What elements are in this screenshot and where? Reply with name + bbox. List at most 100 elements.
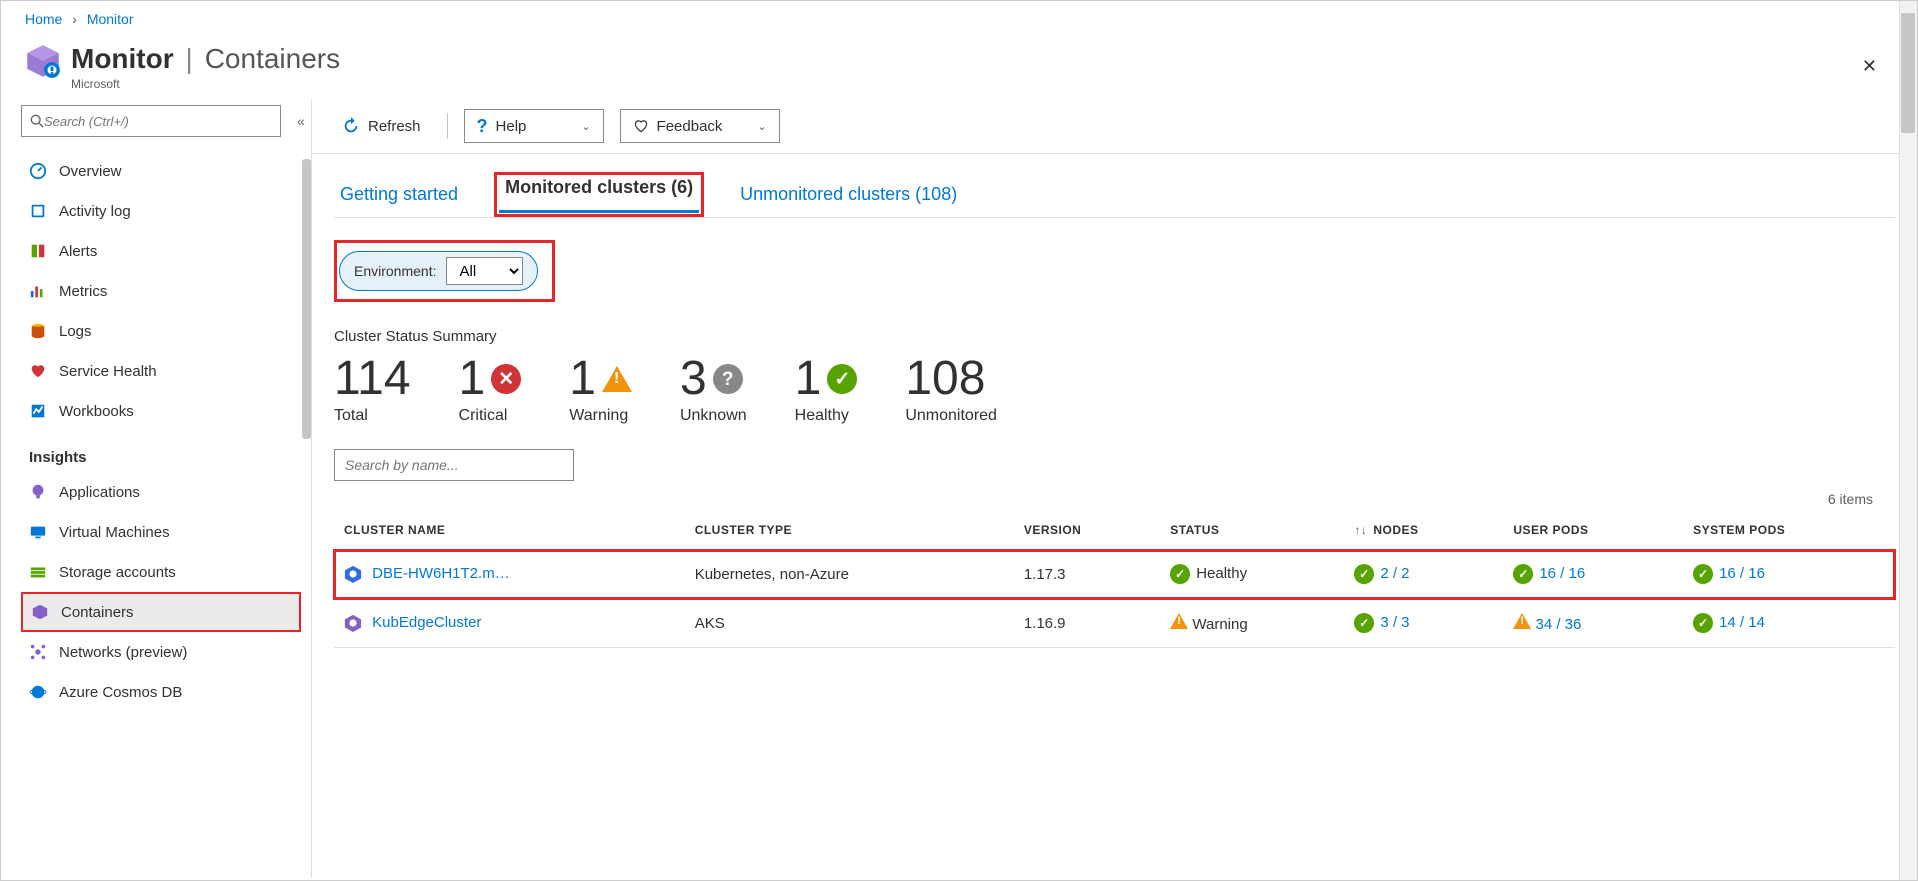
environment-select[interactable]: All — [446, 257, 523, 285]
sidebar-item-label: Overview — [59, 163, 122, 180]
toolbar: Refresh ? Help ⌄ Feedback ⌄ — [312, 99, 1917, 154]
sidebar-item-cosmos-db[interactable]: Azure Cosmos DB — [21, 672, 301, 712]
cell-system-pods[interactable]: ✓16 / 16 — [1683, 550, 1895, 599]
metric-unmonitored-label: Unmonitored — [905, 407, 997, 425]
environment-filter[interactable]: Environment: All — [339, 251, 538, 291]
cluster-search-input[interactable] — [334, 449, 574, 481]
close-icon[interactable]: ✕ — [1862, 56, 1877, 77]
sidebar-item-containers[interactable]: Containers — [21, 592, 301, 632]
metric-unmonitored[interactable]: 108 Unmonitored — [905, 355, 997, 425]
kubernetes-icon — [344, 565, 362, 583]
healthy-icon: ✓ — [1513, 564, 1533, 584]
org-label: Microsoft — [71, 77, 340, 91]
metrics-icon — [29, 282, 47, 300]
healthy-icon: ✓ — [1693, 613, 1713, 633]
sidebar-item-metrics[interactable]: Metrics — [21, 271, 301, 311]
metric-critical-value: 1 — [459, 355, 486, 403]
tab-unmonitored-clusters[interactable]: Unmonitored clusters (108) — [734, 184, 963, 217]
table-row[interactable]: KubEdgeCluster AKS 1.16.9 Warning ✓3 / 3… — [334, 599, 1895, 648]
healthy-icon: ✓ — [827, 364, 857, 394]
breadcrumb: Home › Monitor — [1, 1, 1917, 37]
sidebar-item-alerts[interactable]: Alerts — [21, 231, 301, 271]
search-icon — [30, 114, 44, 128]
page-scrollbar[interactable] — [1899, 1, 1917, 880]
sidebar-item-networks[interactable]: Networks (preview) — [21, 632, 301, 672]
healthy-icon: ✓ — [1354, 613, 1374, 633]
feedback-dropdown[interactable]: Feedback ⌄ — [620, 109, 780, 143]
aks-icon — [344, 614, 362, 632]
col-cluster-type[interactable]: CLUSTER TYPE — [685, 511, 1014, 550]
cell-user-pods[interactable]: 34 / 36 — [1503, 599, 1683, 648]
metric-critical[interactable]: 1✕ Critical — [459, 355, 522, 425]
sidebar-item-label: Azure Cosmos DB — [59, 684, 182, 701]
sidebar-item-logs[interactable]: Logs — [21, 311, 301, 351]
cell-system-pods[interactable]: ✓14 / 14 — [1683, 599, 1895, 648]
bulb-icon — [29, 483, 47, 501]
critical-icon: ✕ — [491, 364, 521, 394]
col-status[interactable]: STATUS — [1160, 511, 1344, 550]
sidebar-item-overview[interactable]: Overview — [21, 151, 301, 191]
sidebar-search[interactable] — [21, 105, 281, 137]
metric-total: 114 Total — [334, 355, 411, 425]
col-nodes[interactable]: ↑↓NODES — [1344, 511, 1503, 550]
tab-monitored-clusters[interactable]: Monitored clusters (6) — [499, 177, 699, 213]
page-title: Monitor — [71, 43, 174, 74]
sidebar-scrollbar[interactable] — [302, 149, 311, 878]
logs-icon — [29, 322, 47, 340]
sidebar-item-label: Containers — [61, 604, 134, 621]
refresh-icon — [342, 117, 360, 135]
toolbar-divider — [447, 113, 448, 139]
col-version[interactable]: VERSION — [1014, 511, 1160, 550]
sidebar-item-service-health[interactable]: Service Health — [21, 351, 301, 391]
cluster-name-link[interactable]: DBE-HW6H1T2.m… — [372, 565, 510, 582]
metric-healthy[interactable]: 1✓ Healthy — [795, 355, 858, 425]
gauge-icon — [29, 162, 47, 180]
sidebar-item-label: Metrics — [59, 283, 107, 300]
breadcrumb-monitor[interactable]: Monitor — [87, 11, 134, 27]
cell-nodes[interactable]: ✓2 / 2 — [1344, 550, 1503, 599]
highlight-monitored-tab: Monitored clusters (6) — [494, 172, 704, 217]
title-separator: | — [186, 43, 193, 74]
sidebar-item-workbooks[interactable]: Workbooks — [21, 391, 301, 431]
metric-unknown-value: 3 — [680, 355, 707, 403]
sidebar-item-virtual-machines[interactable]: Virtual Machines — [21, 512, 301, 552]
sidebar-item-storage-accounts[interactable]: Storage accounts — [21, 552, 301, 592]
cell-status: ✓Healthy — [1160, 550, 1344, 599]
cell-type: Kubernetes, non-Azure — [685, 550, 1014, 599]
help-label: Help — [496, 118, 527, 135]
metric-total-value: 114 — [334, 355, 411, 403]
cell-nodes[interactable]: ✓3 / 3 — [1344, 599, 1503, 648]
warning-icon — [1513, 613, 1531, 629]
metric-healthy-label: Healthy — [795, 407, 858, 425]
metric-warning[interactable]: 1 Warning — [569, 355, 632, 425]
tabs: Getting started Monitored clusters (6) U… — [334, 172, 1895, 218]
collapse-sidebar-icon[interactable]: « — [297, 113, 305, 129]
cell-user-pods[interactable]: ✓16 / 16 — [1503, 550, 1683, 599]
tab-getting-started[interactable]: Getting started — [334, 184, 464, 217]
page-header: Monitor | Containers Microsoft — [1, 37, 1917, 99]
workbook-icon — [29, 402, 47, 420]
col-system-pods[interactable]: SYSTEM PODS — [1683, 511, 1895, 550]
col-user-pods[interactable]: USER PODS — [1503, 511, 1683, 550]
metric-total-label: Total — [334, 407, 411, 425]
feedback-label: Feedback — [657, 118, 723, 135]
sidebar-item-applications[interactable]: Applications — [21, 472, 301, 512]
col-cluster-name[interactable]: CLUSTER NAME — [334, 511, 685, 550]
breadcrumb-home[interactable]: Home — [25, 11, 62, 27]
metric-warning-label: Warning — [569, 407, 632, 425]
help-icon: ? — [477, 116, 488, 137]
refresh-label: Refresh — [368, 118, 421, 135]
heart-outline-icon — [633, 118, 649, 134]
table-row[interactable]: DBE-HW6H1T2.m… Kubernetes, non-Azure 1.1… — [334, 550, 1895, 599]
cell-status: Warning — [1160, 599, 1344, 648]
help-dropdown[interactable]: ? Help ⌄ — [464, 109, 604, 143]
cell-type: AKS — [685, 599, 1014, 648]
chevron-down-icon: ⌄ — [757, 120, 766, 133]
sidebar-search-input[interactable] — [44, 114, 272, 129]
refresh-button[interactable]: Refresh — [332, 109, 431, 143]
metric-unknown[interactable]: 3? Unknown — [680, 355, 747, 425]
cluster-name-link[interactable]: KubEdgeCluster — [372, 614, 481, 631]
heart-icon — [29, 362, 47, 380]
warning-icon — [602, 366, 632, 392]
sidebar-item-activity-log[interactable]: Activity log — [21, 191, 301, 231]
